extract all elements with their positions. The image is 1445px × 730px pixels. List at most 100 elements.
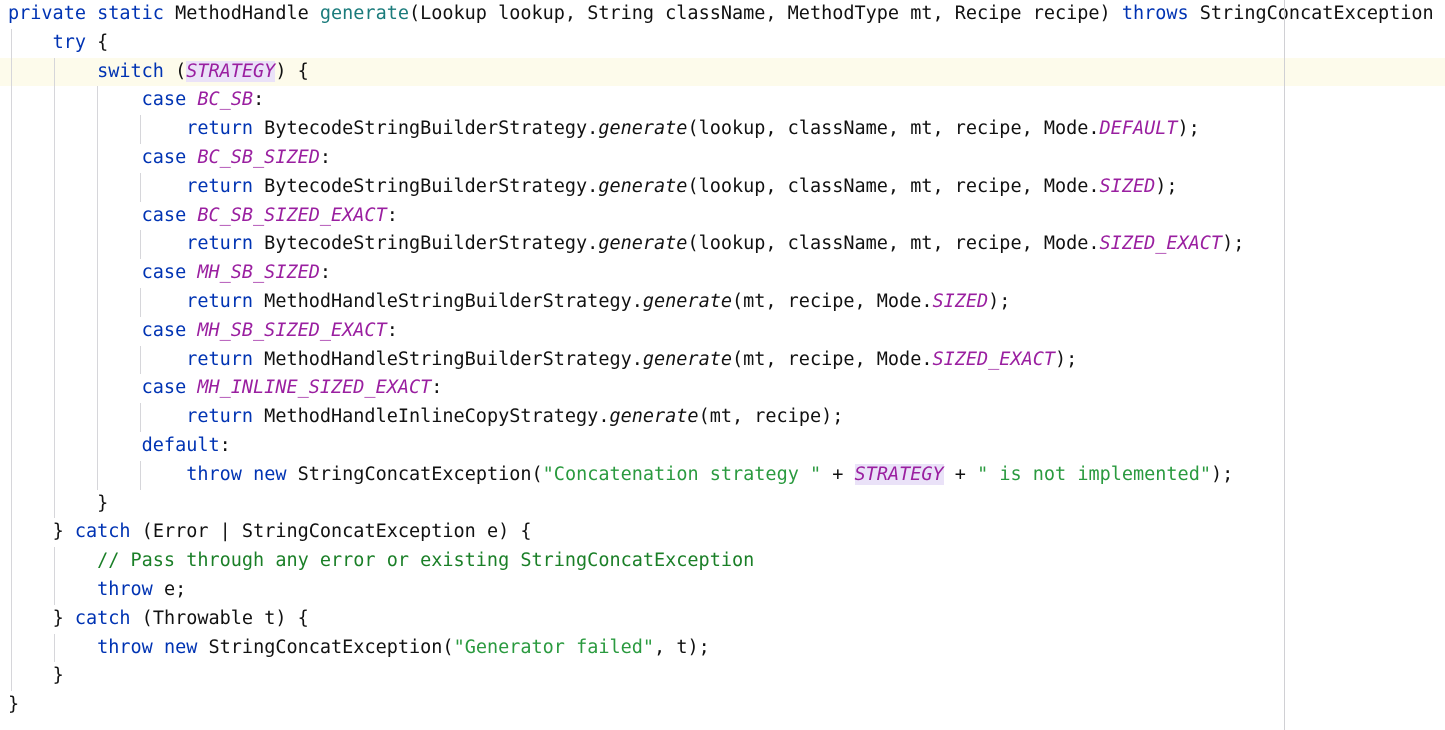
code-token-plain: (Error | StringConcatException e) { — [130, 521, 532, 543]
code-line[interactable]: return BytecodeStringBuilderStrategy.gen… — [0, 173, 1445, 202]
code-token-plain: (lookup, className, mt, recipe, Mode. — [687, 175, 1100, 197]
code-token-plain: StringConcatException { — [1188, 3, 1445, 24]
code-line[interactable]: case MH_SB_SIZED_EXACT: — [0, 317, 1445, 346]
code-token-plain: MethodHandle — [163, 3, 320, 24]
code-editor-pane[interactable]: private static MethodHandle generate(Loo… — [0, 0, 1445, 730]
code-token-kw: return — [186, 290, 254, 312]
code-line[interactable]: return MethodHandleStringBuilderStrategy… — [0, 346, 1445, 375]
code-token-kw: case — [141, 146, 187, 168]
code-line[interactable]: private static MethodHandle generate(Loo… — [0, 0, 1445, 29]
indent-guide — [140, 288, 141, 317]
code-line[interactable]: default: — [0, 432, 1445, 461]
code-token-kw: return — [186, 175, 254, 197]
code-line[interactable]: switch (STRATEGY) { — [0, 57, 1445, 87]
code-content[interactable]: private static MethodHandle generate(Loo… — [0, 0, 1445, 720]
code-line[interactable]: } catch (Throwable t) { — [0, 605, 1445, 634]
code-line[interactable]: throw new StringConcatException("Concate… — [0, 461, 1445, 490]
code-token-smeth: generate — [609, 406, 699, 428]
indent-guide — [11, 28, 12, 692]
code-line[interactable]: throw e; — [0, 576, 1445, 605]
code-token-plain: (mt, recipe); — [698, 406, 844, 428]
code-token-cnst: SIZED — [1099, 175, 1156, 197]
code-token-kw: case — [141, 319, 187, 341]
code-token-cmt: // Pass through any error or existing St… — [97, 550, 755, 572]
code-token-plain: (lookup, className, mt, recipe, Mode. — [687, 233, 1100, 255]
code-line[interactable]: // Pass through any error or existing St… — [0, 547, 1445, 576]
code-token-plain: } — [52, 607, 75, 629]
code-line[interactable]: return BytecodeStringBuilderStrategy.gen… — [0, 230, 1445, 259]
code-token-plain: ) { — [275, 60, 309, 82]
code-token-plain: : — [386, 319, 398, 341]
indent-guide — [140, 115, 141, 144]
code-token-kw: default — [141, 434, 220, 456]
code-line[interactable]: case MH_SB_SIZED: — [0, 259, 1445, 288]
code-token-plain: StringConcatException( — [197, 636, 454, 658]
code-line[interactable]: } — [0, 490, 1445, 519]
code-token-plain: : — [386, 204, 398, 226]
code-token-cnst: BC_SB_SIZED — [197, 146, 320, 168]
code-token-smeth: generate — [598, 118, 688, 140]
code-line[interactable]: case BC_SB_SIZED_EXACT: — [0, 202, 1445, 231]
indent-guide — [140, 230, 141, 260]
code-token-str: "Generator failed" — [453, 636, 655, 658]
code-token-kw: return — [186, 118, 254, 140]
code-token-plain: (mt, recipe, Mode. — [731, 290, 933, 312]
code-token-plain: MethodHandleStringBuilderStrategy. — [253, 290, 643, 312]
code-token-plain: BytecodeStringBuilderStrategy. — [253, 233, 599, 255]
code-token-plain: } — [8, 694, 20, 716]
code-token-plain: : — [431, 377, 443, 399]
indent-guide — [54, 57, 55, 519]
code-token-kw: new — [163, 636, 198, 658]
code-token-plain: } — [97, 492, 109, 514]
code-token-kw: static — [97, 3, 164, 24]
code-token-plain: e; — [152, 578, 187, 600]
code-line[interactable]: return MethodHandleInlineCopyStrategy.ge… — [0, 403, 1445, 432]
code-line[interactable]: try { — [0, 29, 1445, 58]
code-line[interactable]: return MethodHandleStringBuilderStrategy… — [0, 288, 1445, 317]
code-token-kw: switch — [97, 60, 164, 82]
code-token-plain: MethodHandleInlineCopyStrategy. — [253, 406, 610, 428]
code-token-cnst: MH_SB_SIZED — [197, 262, 320, 284]
code-token-kw: catch — [74, 607, 131, 629]
code-line[interactable]: throw new StringConcatException("Generat… — [0, 634, 1445, 663]
code-token-kw: throw — [186, 463, 242, 485]
code-line[interactable]: case BC_SB: — [0, 86, 1445, 115]
indent-guide — [140, 172, 141, 202]
code-line[interactable]: } — [0, 691, 1445, 720]
indent-guide — [54, 633, 55, 663]
code-line[interactable]: case BC_SB_SIZED: — [0, 144, 1445, 173]
code-token-plain: : — [319, 262, 332, 284]
code-token-kw: case — [141, 89, 187, 111]
code-line[interactable]: return BytecodeStringBuilderStrategy.gen… — [0, 115, 1445, 144]
code-token-plain: ); — [1155, 175, 1178, 197]
code-token-plain: { — [85, 31, 109, 53]
code-token-kw: catch — [74, 521, 131, 543]
code-line[interactable]: case MH_INLINE_SIZED_EXACT: — [0, 374, 1445, 403]
code-line[interactable]: } catch (Error | StringConcatException e… — [0, 518, 1445, 547]
code-token-kw: case — [141, 262, 187, 284]
code-token-plain: : — [319, 146, 332, 168]
code-token-str: "Concatenation strategy " — [542, 463, 822, 485]
code-token-smeth: generate — [642, 290, 732, 312]
code-token-kw: throw — [97, 636, 153, 658]
code-token-kw: case — [141, 204, 187, 226]
code-token-kw: new — [253, 463, 287, 485]
code-token-kw: throw — [97, 578, 153, 600]
code-line[interactable]: } — [0, 662, 1445, 691]
